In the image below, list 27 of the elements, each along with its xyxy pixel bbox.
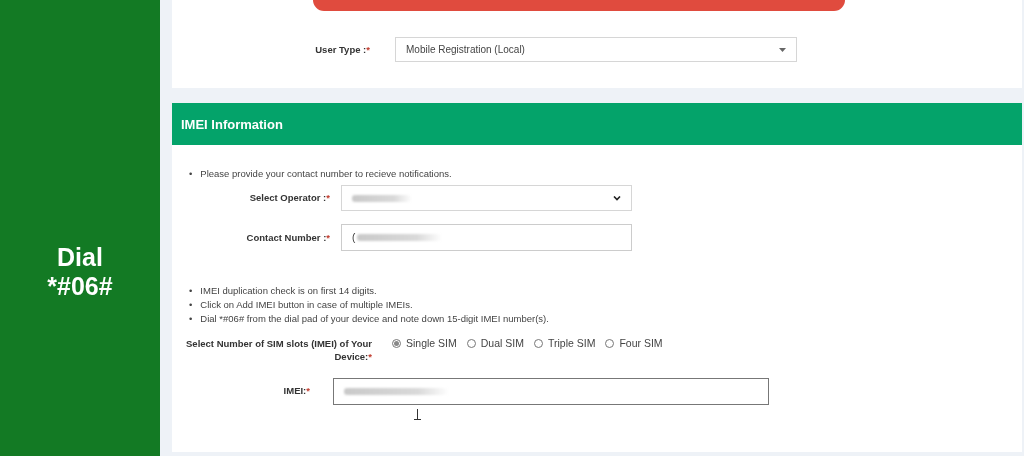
field-label: Contact Number :* xyxy=(245,230,330,245)
bullet: • xyxy=(189,298,193,312)
field-label: User Type :* xyxy=(314,42,370,57)
dial-code-text: Dial *#06# xyxy=(46,243,114,301)
field-value: ( xyxy=(352,232,356,243)
chevron-icon xyxy=(613,195,621,201)
caret-icon xyxy=(779,47,786,52)
sim-radio-option[interactable]: Triple SIM xyxy=(533,337,596,349)
contact-number-field[interactable]: ( xyxy=(341,224,632,251)
sim-radio-option[interactable]: Dual SIM xyxy=(466,337,524,349)
sim-radio-option[interactable]: Single SIM xyxy=(392,337,457,349)
sim-radio-option[interactable]: Four SIM xyxy=(605,337,663,349)
redacted-text xyxy=(352,194,412,202)
text-cursor-icon xyxy=(414,409,421,420)
user-type-select[interactable]: Mobile Registration (Local) xyxy=(395,37,797,62)
note-text: IMEI duplication check is on first 14 digits. xyxy=(200,284,377,298)
note-text: Please provide your contact number to recieve notifications. xyxy=(200,167,452,181)
field-label: Select Operator :* xyxy=(248,191,330,205)
imei-field[interactable] xyxy=(333,377,769,405)
bullet: • xyxy=(189,284,193,298)
bullet: • xyxy=(189,167,193,181)
section-header: IMEI Information xyxy=(172,103,1022,145)
note-text: Click on Add IMEI button in case of multiple IMEIs. xyxy=(200,298,413,312)
bullet: • xyxy=(189,312,193,326)
field-label: IMEI:* xyxy=(282,384,310,398)
note-text: Dial *#06# from the dial pad of your device and note down 15-digit IMEI number(s). xyxy=(200,312,549,326)
field-label: Select Number of SIM slots (IMEI) of Your Device:* xyxy=(185,337,372,364)
